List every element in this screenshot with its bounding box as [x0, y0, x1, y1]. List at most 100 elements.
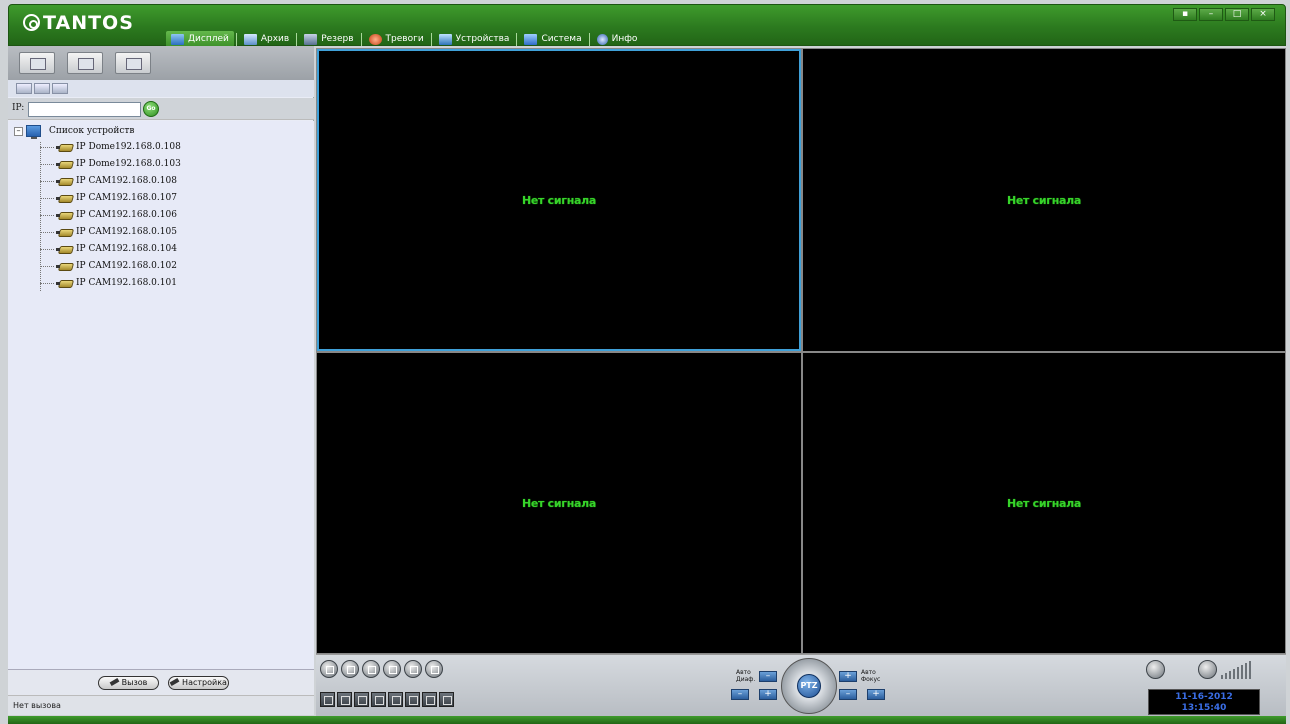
clock-display: 11-16-2012 13:15:40	[1148, 689, 1260, 715]
tree-branch	[40, 265, 54, 267]
menu-label: Тревоги	[385, 34, 424, 44]
device-label: IP CAM192.168.0.105	[76, 227, 177, 237]
pen-icon	[169, 678, 180, 686]
video-grid: Нет сигнала Нет сигнала Нет сигнала Нет …	[316, 48, 1286, 654]
camera-icon	[56, 160, 73, 168]
device-tree: – Список устройств IP Dome192.168.0.108 …	[8, 121, 314, 669]
device-list-tab[interactable]	[16, 83, 32, 94]
video-cell-2[interactable]: Нет сигнала	[803, 49, 1285, 351]
tree-root-label: Список устройств	[49, 126, 135, 136]
iris-plus-button[interactable]: +	[839, 671, 857, 682]
device-item[interactable]: IP Dome192.168.0.108	[40, 140, 181, 154]
stop-icon[interactable]	[341, 660, 359, 678]
sequence-icon[interactable]	[425, 660, 443, 678]
tree-branch	[40, 163, 54, 165]
camera-icon	[56, 211, 73, 219]
menu-divider	[430, 32, 432, 46]
layout-16-icon[interactable]	[388, 692, 403, 707]
camera-icon	[56, 143, 73, 151]
ptz-center-button[interactable]: PTZ	[797, 674, 821, 698]
zoom-plus-button[interactable]: +	[759, 689, 777, 700]
title-bar: TANTOS Дисплей Архив Резерв Тревоги Устр…	[8, 4, 1286, 47]
zoom-minus-button[interactable]: –	[731, 689, 749, 700]
group-list-tab[interactable]	[34, 83, 50, 94]
menu-archive[interactable]: Архив	[239, 31, 294, 47]
device-item[interactable]: IP CAM192.168.0.108	[40, 174, 177, 188]
device-label: IP CAM192.168.0.107	[76, 193, 177, 203]
device-item[interactable]: IP CAM192.168.0.105	[40, 225, 177, 239]
menu-divider	[516, 32, 518, 46]
call-panel: Вызов Настройка Нет вызова	[8, 669, 314, 715]
view-mode-button-2[interactable]	[67, 52, 103, 74]
device-label: IP CAM192.168.0.106	[76, 210, 177, 220]
video-cell-4[interactable]: Нет сигнала	[803, 353, 1285, 653]
device-item[interactable]: IP CAM192.168.0.101	[40, 276, 177, 290]
settings-button[interactable]: Настройка	[168, 676, 229, 690]
menu-label: Резерв	[321, 34, 354, 44]
no-signal-text: Нет сигнала	[1006, 193, 1082, 207]
device-item[interactable]: IP CAM192.168.0.107	[40, 191, 177, 205]
layout-4-icon[interactable]	[337, 692, 352, 707]
device-label: IP CAM192.168.0.104	[76, 244, 177, 254]
camera-icon	[56, 262, 73, 270]
device-item[interactable]: IP CAM192.168.0.102	[40, 259, 177, 273]
volume-slider[interactable]	[1221, 660, 1251, 679]
no-signal-text: Нет сигнала	[1006, 496, 1082, 510]
play-icon[interactable]	[320, 660, 338, 678]
menu-label: Система	[541, 34, 582, 44]
menu-alarm[interactable]: Тревоги	[364, 31, 429, 47]
logo-text: TANTOS	[43, 12, 134, 34]
devices-icon	[438, 33, 452, 45]
clock-date: 11-16-2012	[1175, 692, 1233, 702]
restore-button[interactable]: □	[1225, 8, 1249, 21]
layout-1-icon[interactable]	[320, 692, 335, 707]
layout-fit-icon[interactable]	[422, 692, 437, 707]
call-button[interactable]: Вызов	[98, 676, 159, 690]
device-item[interactable]: IP Dome192.168.0.103	[40, 157, 181, 171]
close-button[interactable]: ×	[1251, 8, 1275, 21]
view-mode-button-3[interactable]	[115, 52, 151, 74]
speaker-icon[interactable]	[1146, 660, 1165, 679]
layout-9-icon[interactable]	[371, 692, 386, 707]
view-mode-button-1[interactable]	[19, 52, 55, 74]
focus-minus-button[interactable]: –	[839, 689, 857, 700]
snapshot-icon[interactable]	[362, 660, 380, 678]
layout-custom-icon[interactable]	[405, 692, 420, 707]
menu-display[interactable]: Дисплей	[166, 31, 234, 47]
minimize-button[interactable]: –	[1199, 8, 1223, 21]
window-menu-button[interactable]: ▪	[1173, 8, 1197, 21]
menu-divider	[296, 32, 298, 46]
video-cell-3[interactable]: Нет сигнала	[317, 353, 801, 653]
collapse-icon[interactable]: –	[14, 126, 23, 136]
device-item[interactable]: IP CAM192.168.0.106	[40, 208, 177, 222]
device-label: IP CAM192.168.0.102	[76, 261, 177, 271]
layout-full-icon[interactable]	[439, 692, 454, 707]
tree-branch	[40, 197, 54, 199]
device-item[interactable]: IP CAM192.168.0.104	[40, 242, 177, 256]
iris-minus-button[interactable]: –	[759, 671, 777, 682]
alarm-icon	[368, 33, 382, 45]
ptz-control: Авто Диаф. – – + PTZ + Авто Фокус – +	[726, 655, 891, 717]
menu-label: Дисплей	[188, 34, 229, 44]
clock-time: 13:15:40	[1181, 703, 1227, 713]
record-icon[interactable]	[383, 660, 401, 678]
video-cell-1[interactable]: Нет сигнала	[317, 49, 801, 351]
menu-system[interactable]: Система	[519, 31, 586, 47]
ip-input[interactable]	[28, 102, 141, 117]
ip-search-row: IP: Go	[8, 98, 314, 120]
go-button[interactable]: Go	[143, 101, 159, 117]
menu-backup[interactable]: Резерв	[299, 31, 358, 47]
menu-divider	[588, 32, 590, 46]
focus-plus-button[interactable]: +	[867, 689, 885, 700]
menu-info[interactable]: Инфо	[592, 31, 643, 47]
call-status: Нет вызова	[8, 695, 314, 715]
menu-devices[interactable]: Устройства	[434, 31, 515, 47]
volume-icon[interactable]	[1198, 660, 1217, 679]
tantos-logo: TANTOS	[23, 12, 134, 34]
map-list-tab[interactable]	[52, 83, 68, 94]
no-signal-text: Нет сигнала	[521, 496, 597, 510]
camera-icon	[56, 245, 73, 253]
fullscreen-icon[interactable]	[404, 660, 422, 678]
tree-root[interactable]: – Список устройств	[14, 124, 135, 139]
layout-6-icon[interactable]	[354, 692, 369, 707]
